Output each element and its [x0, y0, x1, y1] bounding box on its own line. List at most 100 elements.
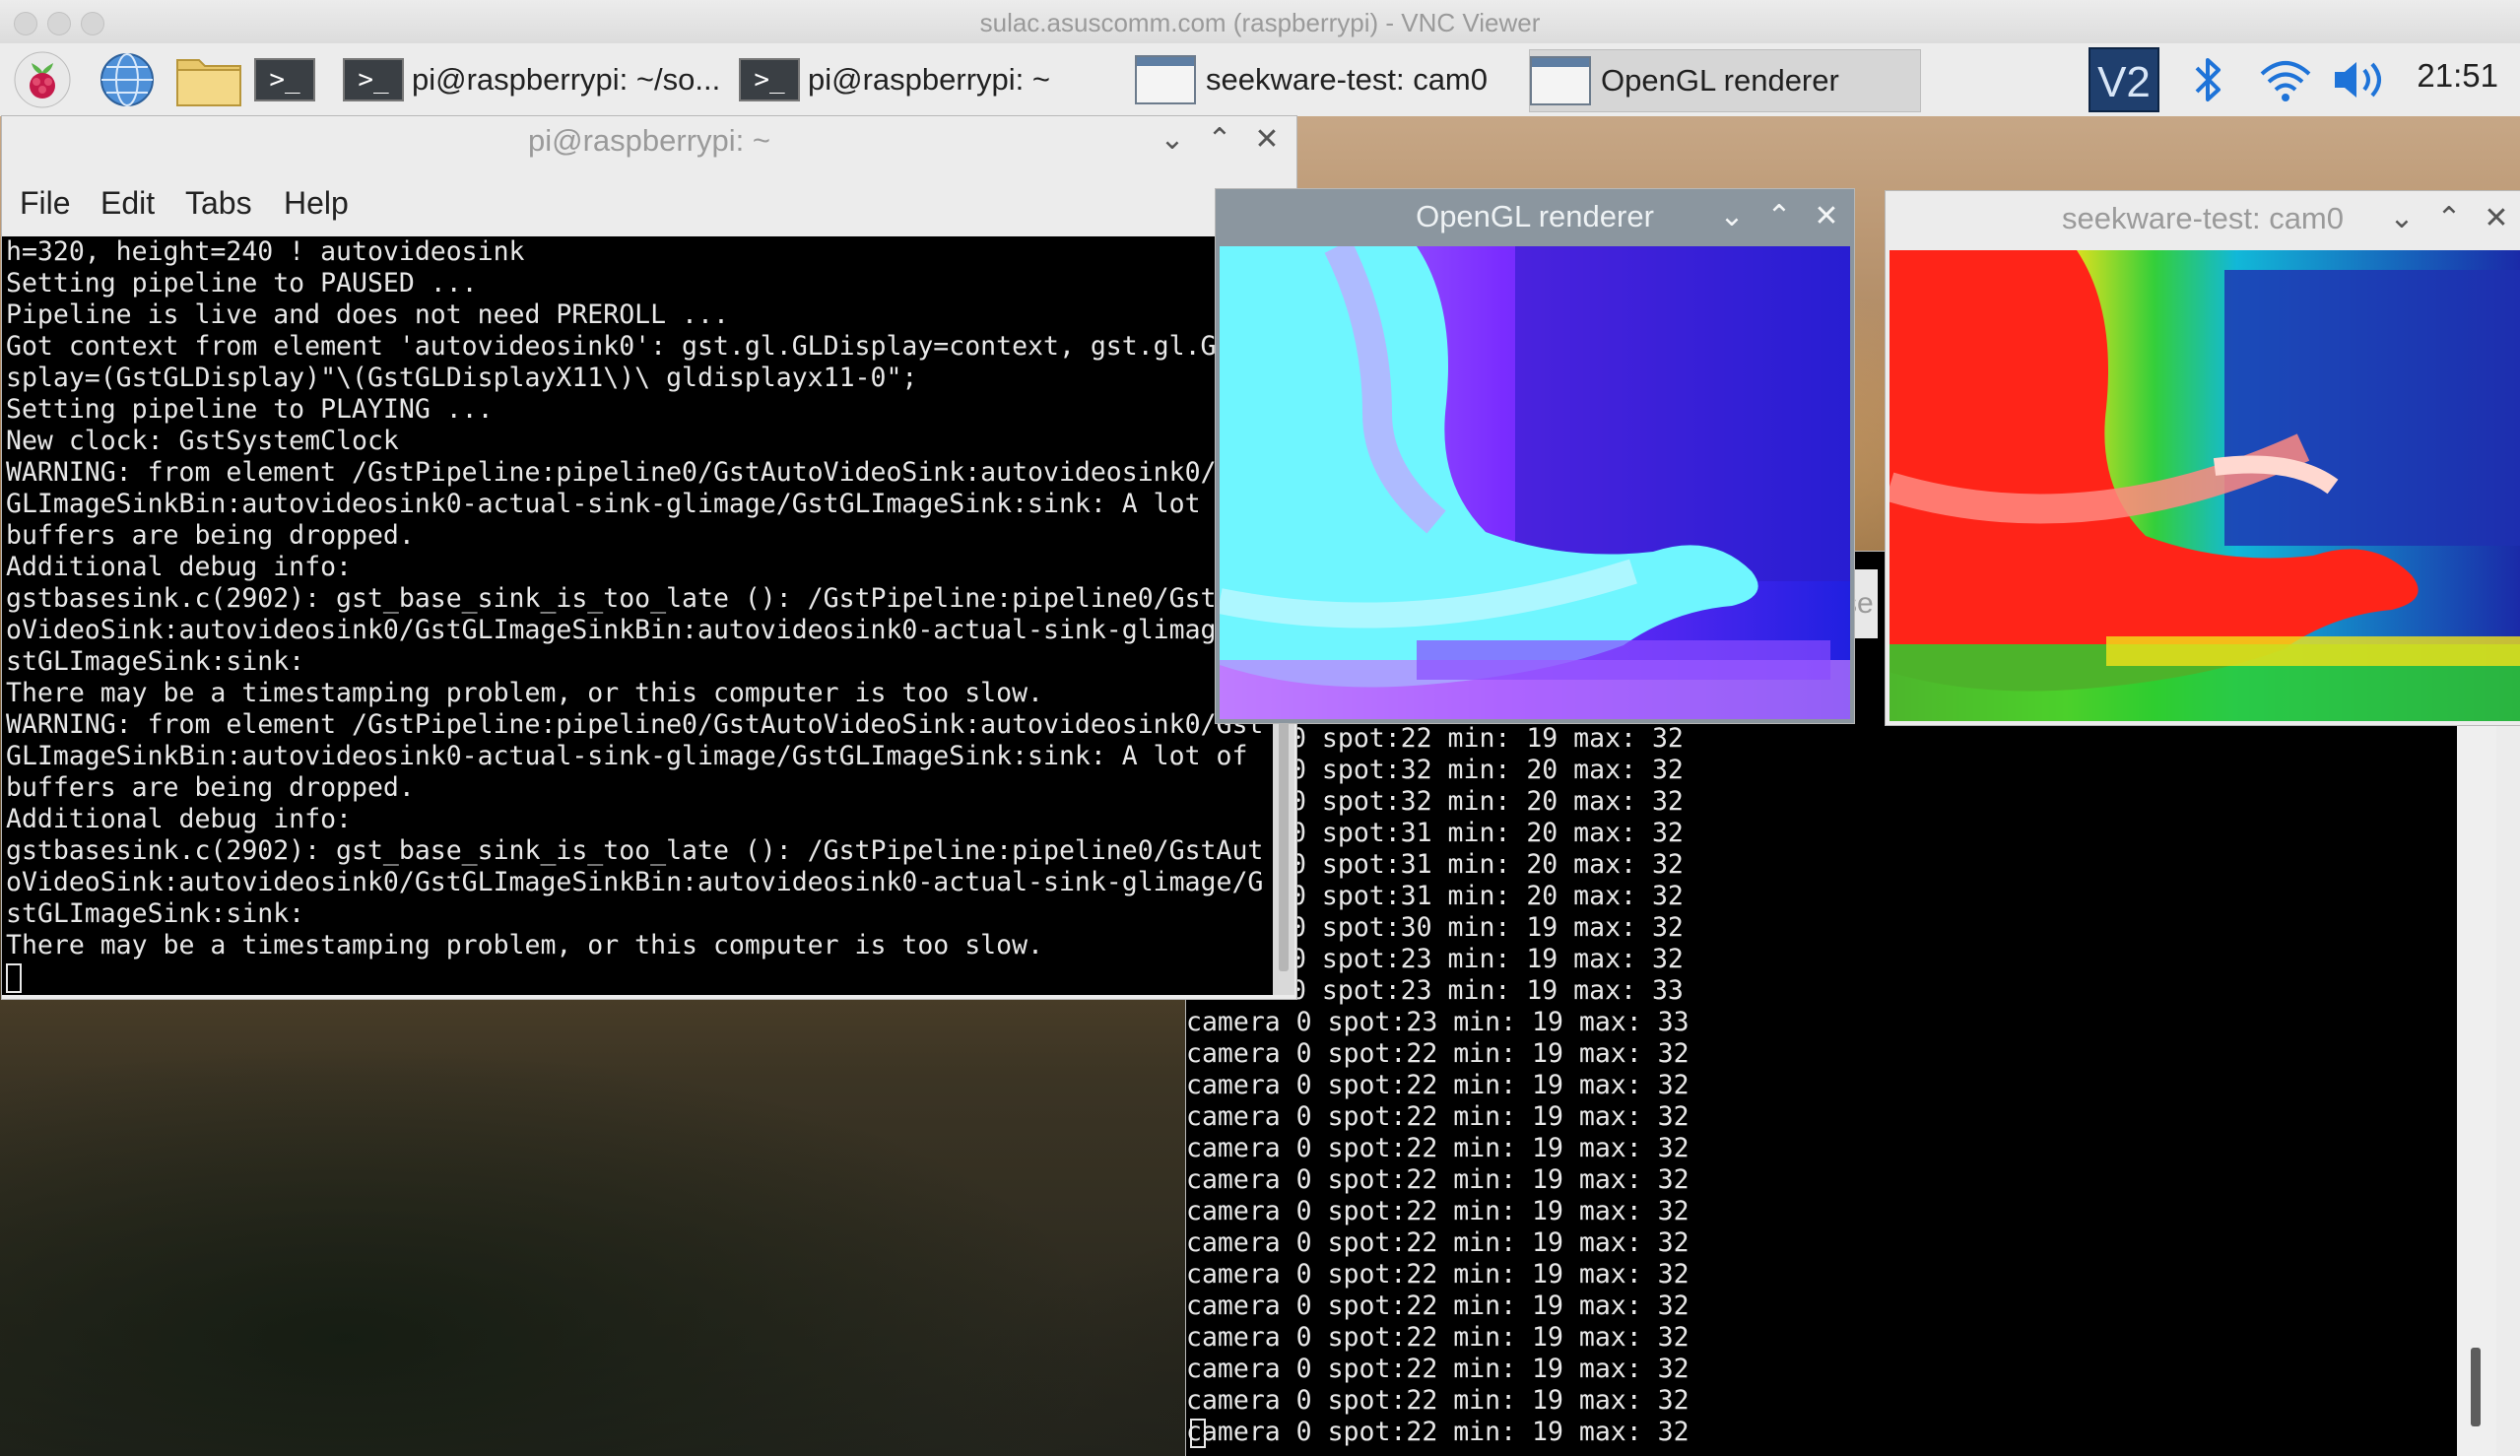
terminal-line: stGLImageSink:sink:: [6, 898, 305, 929]
terminal-line: gstbasesink.c(2902): gst_base_sink_is_to…: [6, 835, 1264, 866]
terminal-line: buffers are being dropped.: [6, 772, 415, 803]
wifi-icon[interactable]: [2256, 49, 2315, 110]
terminal-line: Got context from element 'autovideosink0…: [6, 331, 1217, 362]
seekware-output-full: camera 0 spot:23 min: 19 max: 33 camera 0…: [1186, 1007, 2457, 1456]
volume-icon[interactable]: [2329, 49, 2388, 110]
terminal-line: splay=(GstGLDisplay)"\(GstGLDisplayX11\)…: [6, 363, 918, 393]
close-icon[interactable]: ✕: [1243, 122, 1291, 157]
terminal-line: camera 0 spot:22 min: 19 max: 32: [1186, 1227, 1690, 1258]
window-controls: ⌄ ⌃ ✕: [1149, 122, 1291, 157]
maximize-icon[interactable]: ⌃: [1196, 122, 1243, 157]
terminal-line: camera 0 spot:22 min: 19 max: 32: [1186, 1417, 1690, 1447]
terminal-line: 0 spot:22 min: 19 max: 32: [1291, 723, 1684, 754]
terminal-menubar: File Edit Tabs Help: [2, 175, 1296, 229]
terminal-icon: >_: [343, 58, 404, 101]
seekware-thermal-view[interactable]: [1890, 250, 2520, 721]
terminal-line: 0 spot:30 min: 19 max: 32: [1291, 912, 1684, 943]
window-icon: [1530, 56, 1591, 105]
terminal-line: 0 spot:31 min: 20 max: 32: [1291, 849, 1684, 880]
maximize-icon[interactable]: ⌃: [2425, 201, 2473, 235]
terminal-line: 0 spot:31 min: 20 max: 32: [1291, 881, 1684, 911]
menu-tabs[interactable]: Tabs: [185, 185, 252, 222]
terminal-cursor: [1190, 1419, 1206, 1448]
terminal-line: There may be a timestamping problem, or …: [6, 930, 1043, 960]
terminal-line: camera 0 spot:22 min: 19 max: 32: [1186, 1070, 1690, 1100]
minimize-icon[interactable]: ⌄: [2378, 201, 2425, 235]
task-label: OpenGL renderer: [1601, 63, 1839, 98]
terminal-line: Additional debug info:: [6, 552, 352, 582]
terminal-icon: >_: [739, 58, 800, 101]
menu-help[interactable]: Help: [284, 185, 349, 222]
bluetooth-icon[interactable]: [2187, 49, 2230, 110]
maximize-icon[interactable]: ⌃: [1756, 199, 1803, 233]
terminal-line: oVideoSink:autovideosink0/GstGLImageSink…: [6, 867, 1264, 897]
taskbar-item-seekware[interactable]: seekware-test: cam0: [1135, 49, 1521, 110]
seekware-output-partial: 0 spot:22 min: 19 max: 32 0 spot:32 min: …: [1291, 723, 2453, 1019]
terminal-line: h=320, height=240 ! autovideosink: [6, 236, 525, 267]
terminal-line: camera 0 spot:22 min: 19 max: 32: [1186, 1291, 1690, 1321]
terminal-line: GLImageSinkBin:autovideosink0-actual-sin…: [6, 489, 1201, 519]
terminal-output[interactable]: h=320, height=240 ! autovideosink Setting…: [2, 236, 1273, 995]
terminal-line: camera 0 spot:22 min: 19 max: 32: [1186, 1385, 1690, 1416]
terminal-line: 0 spot:23 min: 19 max: 32: [1291, 944, 1684, 974]
svg-text:V2: V2: [2097, 58, 2151, 106]
menu-edit[interactable]: Edit: [100, 185, 155, 222]
terminal-window: pi@raspberrypi: ~ ⌄ ⌃ ✕ File Edit Tabs Hel…: [2, 116, 1296, 999]
terminal-cursor: [6, 962, 22, 993]
terminal-line: 0 spot:31 min: 20 max: 32: [1291, 818, 1684, 848]
terminal-line: WARNING: from element /GstPipeline:pipel…: [6, 457, 1217, 488]
terminal-title: pi@raspberrypi: ~: [528, 123, 770, 158]
terminal-line: camera 0 spot:22 min: 19 max: 32: [1186, 1038, 1690, 1069]
terminal-line: WARNING: from element /GstPipeline:pipel…: [6, 709, 1264, 740]
terminal-line: camera 0 spot:22 min: 19 max: 32: [1186, 1322, 1690, 1353]
minimize-icon[interactable]: ⌄: [1708, 199, 1756, 233]
scrollbar-thumb[interactable]: [2471, 1348, 2481, 1426]
taskbar-item-terminal-home[interactable]: >_ pi@raspberrypi: ~: [739, 49, 1123, 110]
task-label: seekware-test: cam0: [1206, 62, 1488, 97]
terminal-line: camera 0 spot:22 min: 19 max: 32: [1186, 1196, 1690, 1226]
window-controls: ⌄ ⌃ ✕: [1708, 199, 1850, 233]
terminal-line: 0 spot:32 min: 20 max: 32: [1291, 755, 1684, 785]
terminal-line: New clock: GstSystemClock: [6, 426, 399, 456]
clock[interactable]: 21:51: [2417, 57, 2498, 95]
task-label: pi@raspberrypi: ~/so...: [412, 62, 721, 97]
terminal-line: Setting pipeline to PLAYING ...: [6, 394, 494, 425]
vnc-icon[interactable]: V2: [2089, 47, 2159, 112]
browser-globe-icon[interactable]: [95, 49, 160, 110]
opengl-thermal-view[interactable]: [1220, 246, 1850, 719]
terminal-line: gstbasesink.c(2902): gst_base_sink_is_to…: [6, 583, 1217, 614]
terminal-line: Additional debug info:: [6, 804, 352, 834]
opengl-renderer-window: OpenGL renderer ⌄ ⌃ ✕: [1216, 189, 1854, 723]
terminal-line: buffers are being dropped.: [6, 520, 415, 551]
taskbar-item-opengl[interactable]: OpenGL renderer: [1529, 49, 1921, 112]
terminal-line: camera 0 spot:22 min: 19 max: 32: [1186, 1133, 1690, 1163]
close-icon[interactable]: ✕: [1803, 199, 1850, 233]
terminal-line: Setting pipeline to PAUSED ...: [6, 268, 478, 298]
raspberry-menu-icon[interactable]: [10, 49, 75, 110]
vnc-viewer-title: sulac.asuscomm.com (raspberrypi) - VNC V…: [979, 8, 1541, 37]
terminal-line: stGLImageSink:sink:: [6, 646, 305, 677]
terminal-line: camera 0 spot:22 min: 19 max: 32: [1186, 1259, 1690, 1290]
terminal-icon[interactable]: >_: [254, 49, 315, 110]
terminal-line: Pipeline is live and does not need PRERO…: [6, 299, 729, 330]
terminal-line: There may be a timestamping problem, or …: [6, 678, 1043, 708]
file-manager-icon[interactable]: [175, 49, 242, 110]
terminal-line: camera 0 spot:22 min: 19 max: 32: [1186, 1164, 1690, 1195]
taskbar-item-terminal-so[interactable]: >_ pi@raspberrypi: ~/so...: [343, 49, 727, 110]
seekware-test-window: seekware-test: cam0 ⌄ ⌃ ✕: [1886, 191, 2520, 725]
window-icon: [1135, 55, 1196, 104]
close-icon[interactable]: ✕: [2473, 201, 2520, 235]
task-label: pi@raspberrypi: ~: [808, 62, 1050, 97]
terminal-line: camera 0 spot:22 min: 19 max: 32: [1186, 1354, 1690, 1384]
terminal-line: camera 0 spot:23 min: 19 max: 33: [1186, 1007, 1690, 1037]
terminal-line: GLImageSinkBin:autovideosink0-actual-sin…: [6, 741, 1248, 771]
minimize-icon[interactable]: ⌄: [1149, 122, 1196, 157]
window-controls: ⌄ ⌃ ✕: [2378, 201, 2520, 235]
terminal-line: 0 spot:23 min: 19 max: 33: [1291, 975, 1684, 1006]
vnc-viewer-titlebar: sulac.asuscomm.com (raspberrypi) - VNC V…: [0, 0, 2520, 44]
terminal-line: 0 spot:32 min: 20 max: 32: [1291, 786, 1684, 817]
taskbar: >_ >_ pi@raspberrypi: ~/so... >_ pi@rasp…: [0, 43, 2520, 117]
terminal-line: camera 0 spot:22 min: 19 max: 32: [1186, 1101, 1690, 1132]
terminal-line: oVideoSink:autovideosink0/GstGLImageSink…: [6, 615, 1217, 645]
menu-file[interactable]: File: [20, 185, 71, 222]
